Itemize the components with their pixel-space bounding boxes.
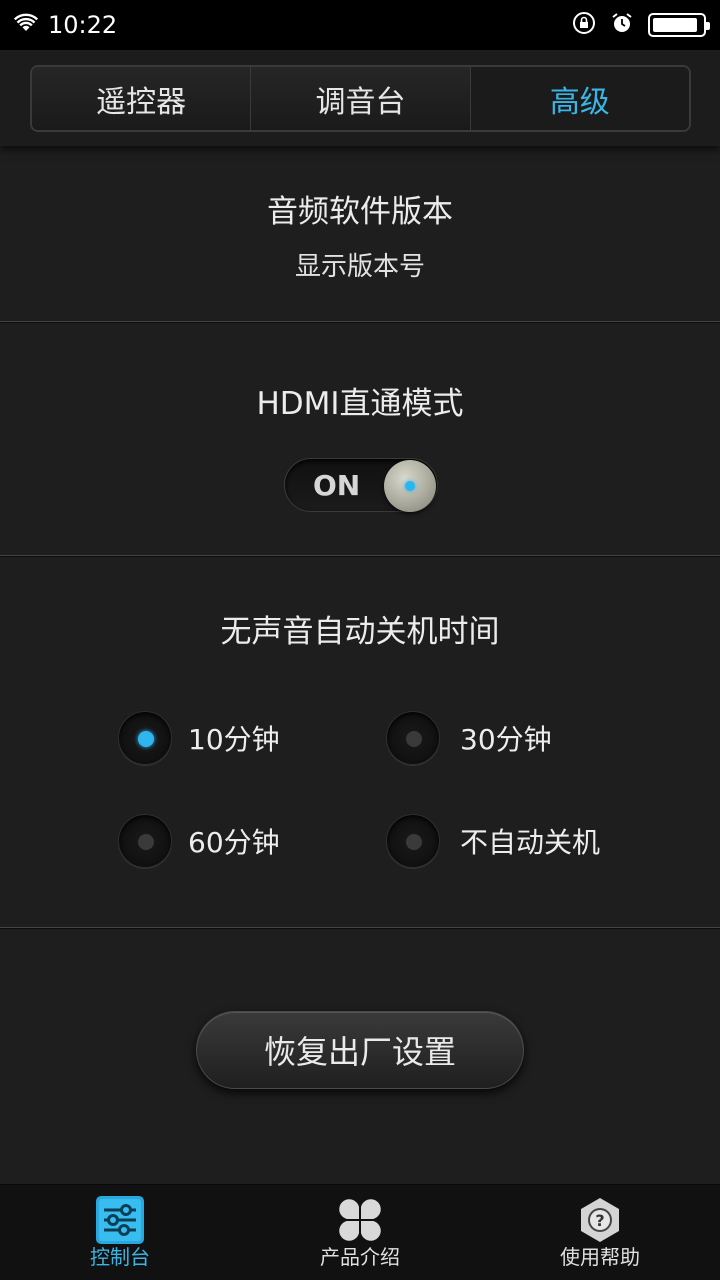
hdmi-toggle[interactable]: ON — [284, 458, 438, 512]
bottom-nav: 控制台 产品介绍 ? 使用帮助 — [0, 1184, 720, 1280]
radio-label: 10分钟 — [188, 723, 280, 756]
nav-label: 产品介绍 — [320, 1245, 400, 1269]
auto-off-option-10[interactable]: 10分钟 — [118, 711, 280, 765]
status-right — [572, 11, 710, 39]
radio-dot — [138, 834, 154, 850]
audio-version-value: 显示版本号 — [294, 252, 425, 282]
svg-text:?: ? — [595, 1211, 604, 1230]
tab-remote[interactable]: 遥控器 — [32, 67, 252, 130]
hdmi-toggle-label: ON — [313, 469, 361, 502]
tab-mixer[interactable]: 调音台 — [251, 67, 471, 130]
factory-reset-button[interactable]: 恢复出厂设置 — [196, 1011, 524, 1089]
status-left: 10:22 — [13, 11, 118, 39]
radio-label: 不自动关机 — [460, 826, 601, 859]
auto-off-option-never[interactable]: 不自动关机 — [386, 814, 600, 868]
hdmi-title: HDMI直通模式 — [256, 386, 464, 422]
auto-off-option-60[interactable]: 60分钟 — [118, 814, 280, 868]
audio-version-title: 音频软件版本 — [267, 194, 453, 230]
radio-label: 60分钟 — [188, 826, 280, 859]
radio-label: 30分钟 — [460, 723, 552, 756]
nav-item-console[interactable]: 控制台 — [0, 1185, 240, 1280]
alarm-icon — [610, 11, 634, 39]
battery-icon — [648, 13, 710, 37]
radio-dot — [406, 731, 422, 747]
audio-version-section: 音频软件版本 显示版本号 — [0, 146, 720, 322]
top-tab-area: 遥控器 调音台 高级 — [0, 50, 720, 146]
battery-level — [653, 18, 697, 32]
status-time: 10:22 — [48, 11, 118, 39]
radio-dot — [138, 731, 154, 747]
status-bar: 10:22 — [0, 0, 720, 50]
wifi-icon — [13, 13, 39, 37]
radio-button[interactable] — [386, 711, 440, 765]
auto-off-section: 无声音自动关机时间 — [0, 556, 720, 928]
radio-button[interactable] — [386, 814, 440, 868]
segmented-tabs: 遥控器 调音台 高级 — [30, 65, 691, 132]
radio-dot — [406, 834, 422, 850]
toggle-knob[interactable] — [384, 460, 436, 512]
radio-button[interactable] — [118, 711, 172, 765]
radio-button[interactable] — [118, 814, 172, 868]
toggle-indicator-dot — [405, 481, 415, 491]
tab-advanced[interactable]: 高级 — [470, 67, 689, 130]
auto-off-title: 无声音自动关机时间 — [220, 614, 500, 650]
hdmi-section: HDMI直通模式 — [0, 322, 720, 556]
nav-label: 控制台 — [90, 1245, 150, 1269]
auto-off-option-30[interactable]: 30分钟 — [386, 711, 552, 765]
rotation-lock-icon — [572, 11, 596, 39]
nav-item-help[interactable]: ? 使用帮助 — [480, 1185, 720, 1280]
nav-item-product-intro[interactable]: 产品介绍 — [240, 1185, 480, 1280]
nav-label: 使用帮助 — [560, 1245, 640, 1269]
